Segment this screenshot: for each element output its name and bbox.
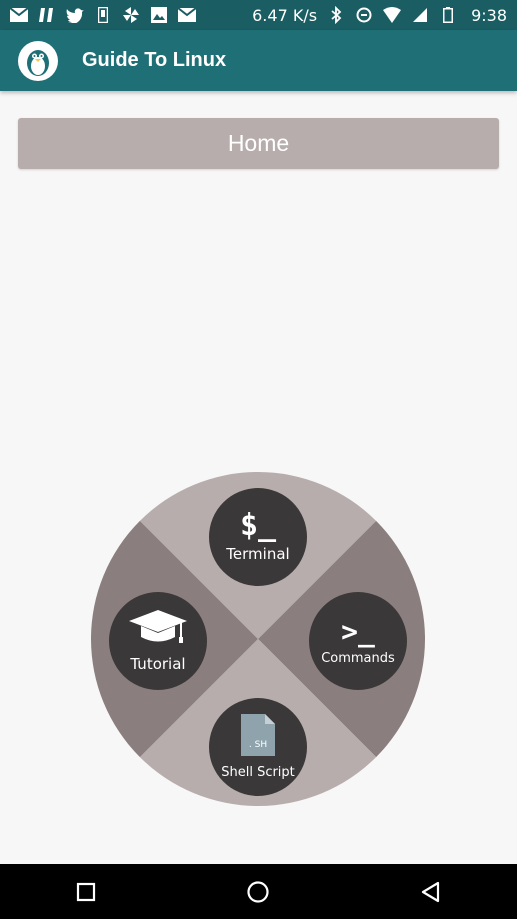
phone-icon [94, 6, 112, 24]
data-saver-icon [355, 6, 373, 24]
commands-icon: >_ [341, 614, 375, 648]
battery-icon [439, 6, 457, 24]
navigation-bar [0, 864, 517, 919]
network-speed: 6.47 K/s [252, 5, 318, 25]
signal-icon [411, 6, 429, 24]
shell-script-button[interactable]: . SH Shell Script [209, 698, 307, 796]
commands-button[interactable]: >_ Commands [309, 592, 407, 690]
circle-icon [247, 880, 270, 903]
tutorial-label: Tutorial [130, 654, 186, 673]
menu-wheel: $_ Terminal >_ Commands Tutorial . SH Sh… [91, 472, 425, 806]
wifi-icon [383, 6, 402, 24]
back-button[interactable] [411, 872, 451, 912]
file-extension-label: . SH [249, 740, 267, 750]
commands-label: Commands [321, 650, 395, 666]
bluetooth-icon [327, 6, 345, 24]
app-bar: Guide To Linux [0, 30, 517, 91]
clock: 9:38 [471, 5, 507, 25]
shell-script-label: Shell Script [221, 765, 295, 780]
mail-icon [178, 6, 196, 24]
status-bar-system: 6.47 K/s 9:38 [252, 6, 507, 25]
home-button[interactable]: Home [18, 118, 499, 169]
terminal-button[interactable]: $_ Terminal [209, 488, 307, 586]
twitter-icon [66, 6, 84, 24]
app-title: Guide To Linux [82, 49, 227, 71]
image-icon [150, 6, 168, 24]
status-bar: 6.47 K/s 9:38 [0, 0, 517, 30]
home-nav-button[interactable] [238, 872, 278, 912]
terminal-icon: $_ [239, 508, 277, 543]
tutorial-button[interactable]: Tutorial [109, 592, 207, 690]
tux-logo-icon [18, 40, 58, 81]
recents-button[interactable] [66, 872, 106, 912]
square-icon [77, 882, 96, 901]
script-file-icon: . SH [241, 714, 275, 761]
bars-icon [38, 6, 56, 24]
triangle-back-icon [421, 881, 439, 902]
graduation-cap-icon [129, 609, 187, 651]
status-bar-notifications [10, 6, 196, 24]
terminal-label: Terminal [226, 545, 290, 563]
pinwheel-icon [122, 6, 140, 24]
mail-icon [10, 6, 28, 24]
